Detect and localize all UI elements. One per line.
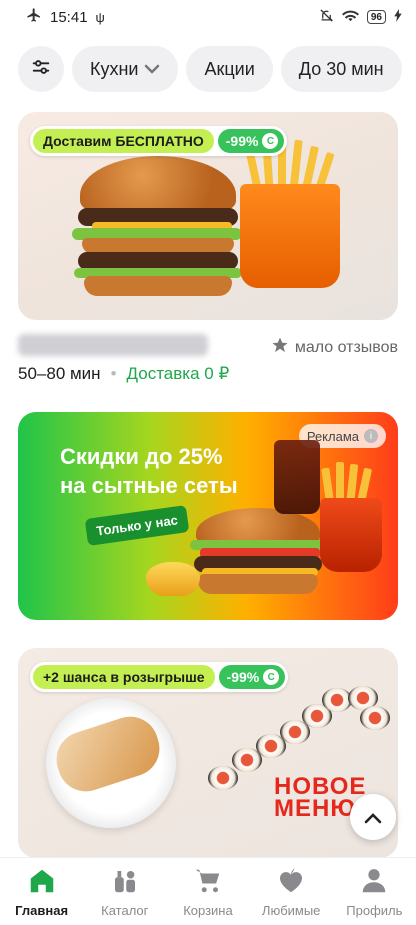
filter-label: До 30 мин — [298, 58, 384, 79]
restaurant-card-image[interactable]: Доставим БЕСПЛАТНО -99% С — [18, 112, 398, 320]
catalog-icon — [110, 866, 140, 899]
chevron-down-icon — [144, 61, 160, 77]
home-icon — [27, 866, 57, 899]
nav-label: Каталог — [101, 903, 149, 918]
rating-text: мало отзывов — [294, 338, 398, 356]
restaurant-name-blurred[interactable] — [18, 334, 208, 356]
nav-label: Любимые — [261, 903, 321, 918]
delivery-price: Доставка 0 ₽ — [126, 364, 230, 383]
ad-burger-image — [190, 508, 326, 598]
filter-settings-button[interactable] — [18, 46, 64, 92]
rating: мало отзывов — [271, 336, 398, 359]
nav-item-profile[interactable]: Профиль — [334, 866, 414, 918]
discount-value: -99% — [226, 669, 260, 685]
ad-drink-image — [274, 440, 320, 514]
charging-icon — [394, 8, 402, 26]
usb-icon: ψ — [95, 9, 105, 25]
battery-indicator: 96 — [366, 10, 386, 24]
sliders-icon — [30, 56, 52, 83]
promo-badge: +2 шанса в розыгрыше -99% С — [30, 662, 289, 692]
ad-title-line: на сытные сеты — [60, 473, 238, 498]
raffle-label: +2 шанса в розыгрыше — [33, 665, 215, 689]
nav-item-favorites[interactable]: Любимые — [251, 866, 331, 918]
ad-title: Скидки до 25% на сытные сеты — [60, 442, 238, 500]
delivery-meta: 50–80 мин • Доставка 0 ₽ — [18, 364, 229, 384]
wifi-icon — [341, 8, 359, 27]
ad-tag: Только у нас — [84, 505, 190, 546]
scroll-to-top-button[interactable] — [350, 794, 396, 840]
filter-delivery-time[interactable]: До 30 мин — [280, 46, 402, 92]
status-bar: 15:41 ψ 96 — [0, 0, 416, 34]
info-icon: i — [364, 429, 378, 443]
ad-sauce-image — [146, 562, 200, 596]
restaurant-card-image[interactable]: НОВОЕ МЕНЮ +2 шанса в розыгрыше -99% С — [18, 648, 398, 858]
nav-label: Главная — [15, 903, 69, 918]
coin-icon: С — [262, 133, 279, 149]
ad-banner[interactable]: Скидки до 25% на сытные сеты Только у на… — [18, 412, 398, 620]
filter-promotions[interactable]: Акции — [186, 46, 273, 92]
nav-item-home[interactable]: Главная — [2, 866, 82, 918]
free-delivery-label: Доставим БЕСПЛАТНО — [33, 129, 214, 153]
filter-cuisine[interactable]: Кухни — [72, 46, 179, 92]
chevron-up-icon — [364, 804, 382, 830]
nav-item-cart[interactable]: Корзина — [168, 866, 248, 918]
separator-dot: • — [110, 364, 117, 383]
nav-label: Профиль — [346, 903, 403, 918]
promo-badge: Доставим БЕСПЛАТНО -99% С — [30, 126, 288, 156]
apple-heart-icon — [276, 866, 306, 899]
user-icon — [359, 866, 389, 899]
mute-icon — [319, 8, 334, 27]
nav-item-catalog[interactable]: Каталог — [85, 866, 165, 918]
filter-chips: Кухни Акции До 30 мин — [0, 34, 416, 106]
discount-value: -99% — [225, 133, 259, 149]
discount-badge: -99% С — [218, 665, 286, 689]
cart-icon — [193, 866, 223, 899]
nav-label: Корзина — [183, 903, 233, 918]
star-icon — [271, 336, 289, 359]
status-time: 15:41 — [50, 8, 88, 26]
filter-label: Кухни — [90, 58, 139, 79]
discount-badge: -99% С — [217, 129, 285, 153]
airplane-icon — [26, 7, 42, 27]
burger-image — [68, 156, 248, 296]
coin-icon: С — [263, 669, 280, 685]
bottom-nav: Главная Каталог Корзина Любимые Профиль — [0, 857, 416, 925]
ad-title-line: Скидки до 25% — [60, 444, 223, 469]
filter-label: Акции — [204, 58, 255, 79]
delivery-time: 50–80 мин — [18, 364, 101, 383]
